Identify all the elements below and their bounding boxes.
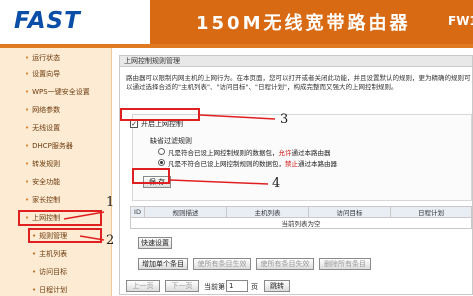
annotation-3: 3 <box>280 112 289 127</box>
annotation-line-4 <box>169 179 269 185</box>
annotation-line-2 <box>79 235 105 241</box>
highlight-box-save <box>132 168 170 184</box>
annotation-line-3 <box>199 114 276 120</box>
annotation-4: 4 <box>272 176 281 191</box>
annotation-line-1 <box>63 211 105 220</box>
annotation-lines <box>63 114 276 241</box>
